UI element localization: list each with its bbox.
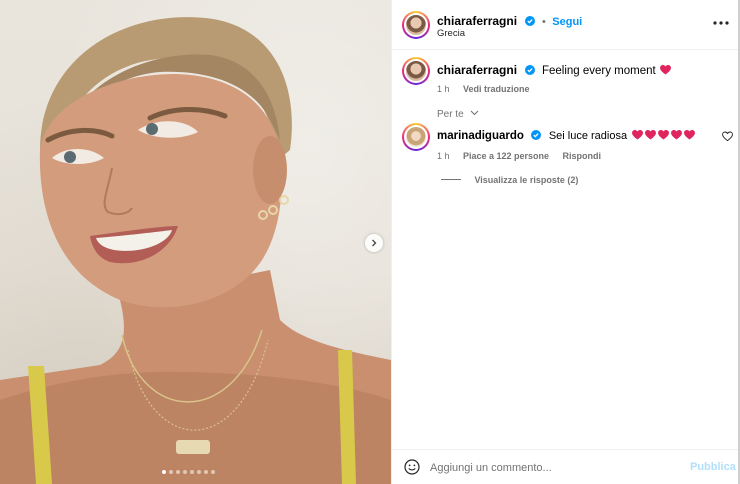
carousel-dot — [183, 470, 187, 474]
author-username[interactable]: chiaraferragni — [437, 14, 517, 28]
reply-button[interactable]: Rispondi — [562, 151, 601, 161]
comment-time[interactable]: 1 h — [437, 151, 450, 161]
more-horizontal-icon[interactable] — [712, 16, 730, 30]
header-separator: • — [541, 16, 546, 28]
caption-time[interactable]: 1 h — [437, 84, 450, 94]
comment-sort-dropdown[interactable]: Per te — [437, 104, 479, 122]
see-translation-link[interactable]: Vedi traduzione — [463, 84, 530, 94]
comment-composer: Pubblica — [392, 449, 740, 484]
caption-text: Feeling every moment — [541, 65, 656, 77]
carousel-indicator — [162, 470, 215, 474]
verified-badge-icon — [524, 16, 535, 26]
carousel-dot — [169, 470, 173, 474]
verified-badge-icon — [531, 130, 542, 140]
caption-username[interactable]: chiaraferragni — [437, 63, 517, 77]
comment-emojis — [631, 126, 695, 143]
caption-meta: 1 h Vedi traduzione — [437, 79, 529, 97]
carousel-dot — [190, 470, 194, 474]
red-heart-icon — [644, 130, 656, 140]
post-header: chiaraferragni • Segui Grecia — [392, 0, 740, 50]
comment-text: Sei luce radiosa — [548, 130, 628, 142]
photo-illustration — [0, 17, 391, 484]
chevron-right-icon — [372, 239, 377, 247]
red-heart-icon — [683, 130, 695, 140]
instagram-post: chiaraferragni • Segui Grecia chiaraferr… — [0, 0, 740, 484]
emoji-smiley-icon[interactable] — [404, 459, 420, 475]
verified-badge-icon — [524, 65, 535, 75]
carousel-dot — [197, 470, 201, 474]
post-photo[interactable] — [0, 0, 391, 484]
comment-meta: 1 h Piace a 122 persone Rispondi — [437, 146, 601, 164]
red-heart-icon — [657, 130, 669, 140]
comment-input[interactable] — [430, 459, 670, 477]
sort-label: Per te — [437, 109, 464, 120]
comment-row: marinadiguardo Sei luce radiosa — [437, 126, 695, 144]
red-heart-icon — [631, 130, 643, 140]
carousel-dot — [162, 470, 166, 474]
post-side-panel: chiaraferragni • Segui Grecia chiaraferr… — [391, 0, 740, 484]
view-replies-label: Visualizza le risposte (2) — [474, 175, 579, 185]
view-replies-button[interactable]: Visualizza le risposte (2) — [441, 170, 578, 188]
chevron-down-icon — [470, 110, 479, 116]
comment-likes-count[interactable]: Piace a 122 persone — [463, 151, 549, 161]
caption-row: chiaraferragni Feeling every moment — [437, 61, 672, 79]
comment-username[interactable]: marinadiguardo — [437, 130, 524, 142]
carousel-dot — [211, 470, 215, 474]
follow-button[interactable]: Segui — [552, 16, 582, 28]
post-location[interactable]: Grecia — [437, 28, 465, 39]
red-heart-icon — [670, 130, 682, 140]
publish-button[interactable]: Pubblica — [690, 461, 736, 473]
red-heart-icon — [660, 65, 672, 75]
carousel-dot — [204, 470, 208, 474]
carousel-dot — [176, 470, 180, 474]
like-comment-heart-icon[interactable] — [722, 131, 733, 142]
caption-avatar[interactable] — [402, 57, 430, 85]
replies-line — [441, 179, 461, 180]
author-avatar[interactable] — [402, 11, 430, 39]
next-slide-button[interactable] — [365, 234, 383, 252]
comment-avatar[interactable] — [402, 123, 430, 151]
